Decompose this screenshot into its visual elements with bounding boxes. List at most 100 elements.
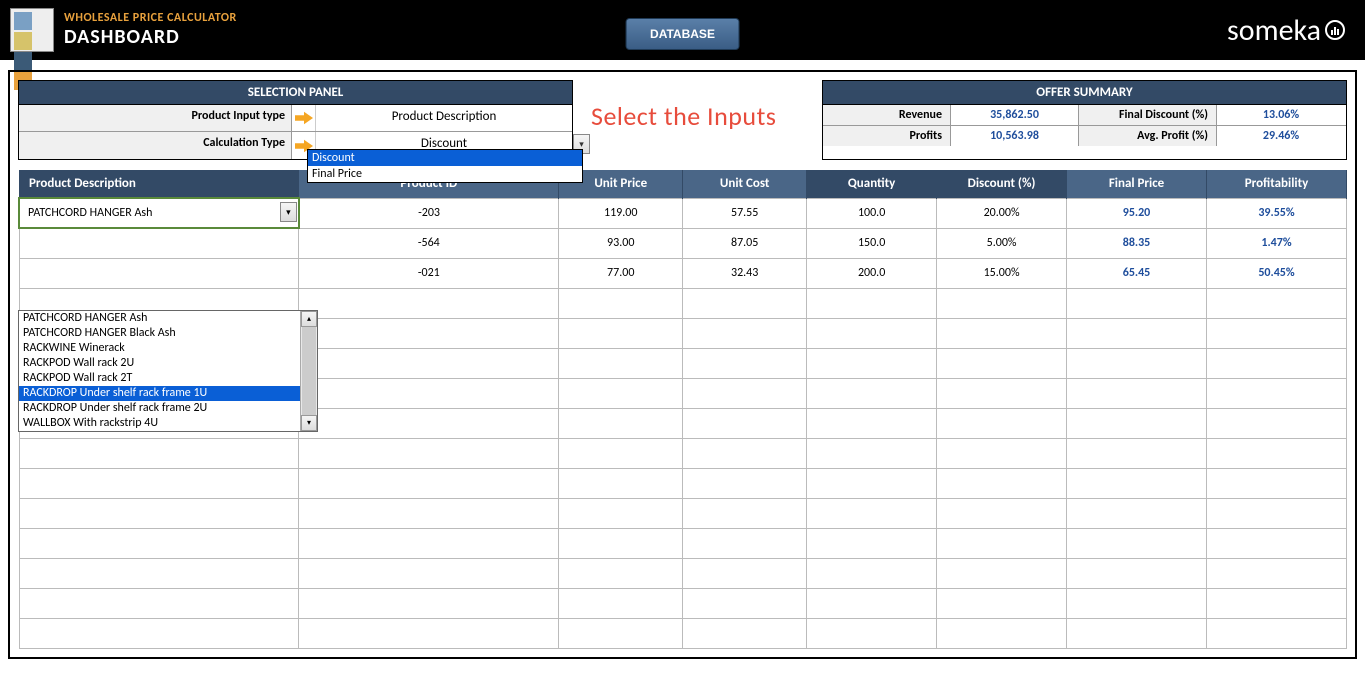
- cell[interactable]: [299, 318, 559, 348]
- database-button[interactable]: DATABASE: [625, 18, 740, 50]
- cell[interactable]: 5.00%: [937, 228, 1067, 258]
- cell[interactable]: [937, 528, 1067, 558]
- scroll-thumb[interactable]: [302, 327, 316, 415]
- dropdown-option[interactable]: RACKPOD Wall rack 2U: [19, 356, 300, 371]
- cell[interactable]: [937, 558, 1067, 588]
- cell[interactable]: [299, 378, 559, 408]
- cell[interactable]: [807, 378, 937, 408]
- cell[interactable]: [807, 498, 937, 528]
- cell[interactable]: [807, 438, 937, 468]
- cell: [1067, 588, 1207, 618]
- cell: [1067, 408, 1207, 438]
- final-discount-label: Final Discount (%): [1079, 105, 1217, 125]
- cell[interactable]: 20.00%: [937, 198, 1067, 228]
- brand-text: someka: [1227, 12, 1321, 49]
- cell[interactable]: [19, 468, 299, 498]
- cell[interactable]: [807, 288, 937, 318]
- product-input-type-value[interactable]: Product Description: [316, 105, 572, 131]
- cell[interactable]: [299, 498, 559, 528]
- cell[interactable]: 200.0: [807, 258, 937, 288]
- cell[interactable]: [299, 408, 559, 438]
- cell[interactable]: [19, 528, 299, 558]
- cell[interactable]: [299, 348, 559, 378]
- table-row: [19, 558, 1347, 588]
- cell[interactable]: [937, 438, 1067, 468]
- cell[interactable]: [19, 258, 299, 288]
- dropdown-option[interactable]: RACKDROP Under shelf rack frame 1U: [19, 386, 300, 401]
- cell: [1067, 438, 1207, 468]
- cell[interactable]: [19, 588, 299, 618]
- cell: [683, 408, 807, 438]
- col-quantity: Quantity: [807, 170, 937, 198]
- cell: [683, 558, 807, 588]
- cell[interactable]: [807, 618, 937, 648]
- dropdown-option[interactable]: RACKDROP Under shelf rack frame 2U: [19, 401, 300, 416]
- cell[interactable]: [299, 288, 559, 318]
- cell[interactable]: [937, 288, 1067, 318]
- cell[interactable]: [807, 468, 937, 498]
- cell[interactable]: -203: [299, 198, 559, 228]
- table-row: [19, 498, 1347, 528]
- cell[interactable]: [19, 438, 299, 468]
- profits-value: 10,563.98: [951, 126, 1079, 146]
- dropdown-option[interactable]: RACKWINE Winerack: [19, 341, 300, 356]
- dropdown-option[interactable]: Discount: [308, 150, 582, 166]
- cell: [1206, 588, 1346, 618]
- avg-profit-value: 29.46%: [1217, 126, 1345, 146]
- cell[interactable]: [807, 318, 937, 348]
- cell[interactable]: [19, 618, 299, 648]
- cell: [1206, 558, 1346, 588]
- cell[interactable]: [937, 468, 1067, 498]
- cell[interactable]: PATCHCORD HANGER Ash: [19, 198, 299, 228]
- calculation-type-label: Calculation Type: [19, 132, 292, 159]
- cell[interactable]: [19, 498, 299, 528]
- cell[interactable]: 150.0: [807, 228, 937, 258]
- cell: [1067, 618, 1207, 648]
- cell[interactable]: 100.0: [807, 198, 937, 228]
- cell[interactable]: [807, 348, 937, 378]
- calculation-type-dropdown[interactable]: Discount Final Price: [307, 149, 583, 183]
- cell: [1206, 498, 1346, 528]
- cell[interactable]: [807, 558, 937, 588]
- product-description-dropdown[interactable]: PATCHCORD HANGER AshPATCHCORD HANGER Bla…: [18, 310, 318, 432]
- cell[interactable]: [937, 318, 1067, 348]
- dropdown-option[interactable]: WALLBOX With rackstrip 4U: [19, 416, 300, 431]
- cell[interactable]: [19, 558, 299, 588]
- cell[interactable]: [19, 228, 299, 258]
- cell[interactable]: [937, 588, 1067, 618]
- scroll-down-icon[interactable]: ▾: [301, 415, 317, 431]
- scroll-up-icon[interactable]: ▴: [301, 311, 317, 327]
- dropdown-option[interactable]: Final Price: [308, 166, 582, 182]
- dropdown-option[interactable]: RACKPOD Wall rack 2T: [19, 371, 300, 386]
- cell[interactable]: [299, 528, 559, 558]
- dropdown-scrollbar[interactable]: ▴ ▾: [300, 311, 317, 431]
- cell[interactable]: [299, 588, 559, 618]
- dropdown-option[interactable]: PATCHCORD HANGER Ash: [19, 311, 300, 326]
- cell: [683, 288, 807, 318]
- cell: [1067, 378, 1207, 408]
- cell[interactable]: [937, 408, 1067, 438]
- page-title: DASHBOARD: [64, 25, 237, 49]
- dropdown-trigger-icon[interactable]: [280, 202, 297, 222]
- dropdown-option[interactable]: PATCHCORD HANGER Black Ash: [19, 326, 300, 341]
- cell[interactable]: [299, 468, 559, 498]
- cell[interactable]: [807, 588, 937, 618]
- cell[interactable]: [937, 378, 1067, 408]
- cell[interactable]: [299, 558, 559, 588]
- cell[interactable]: [807, 528, 937, 558]
- cell: 87.05: [683, 228, 807, 258]
- cell: 88.35: [1067, 228, 1207, 258]
- cell[interactable]: -564: [299, 228, 559, 258]
- cell[interactable]: 15.00%: [937, 258, 1067, 288]
- cell[interactable]: -021: [299, 258, 559, 288]
- cell[interactable]: [937, 348, 1067, 378]
- app-header: WHOLESALE PRICE CALCULATOR DASHBOARD DAT…: [0, 0, 1365, 60]
- cell: [1067, 348, 1207, 378]
- cell: [683, 468, 807, 498]
- cell[interactable]: [937, 498, 1067, 528]
- cell[interactable]: [299, 618, 559, 648]
- cell[interactable]: [807, 408, 937, 438]
- cell[interactable]: [299, 438, 559, 468]
- cell[interactable]: [937, 618, 1067, 648]
- cell: [559, 468, 683, 498]
